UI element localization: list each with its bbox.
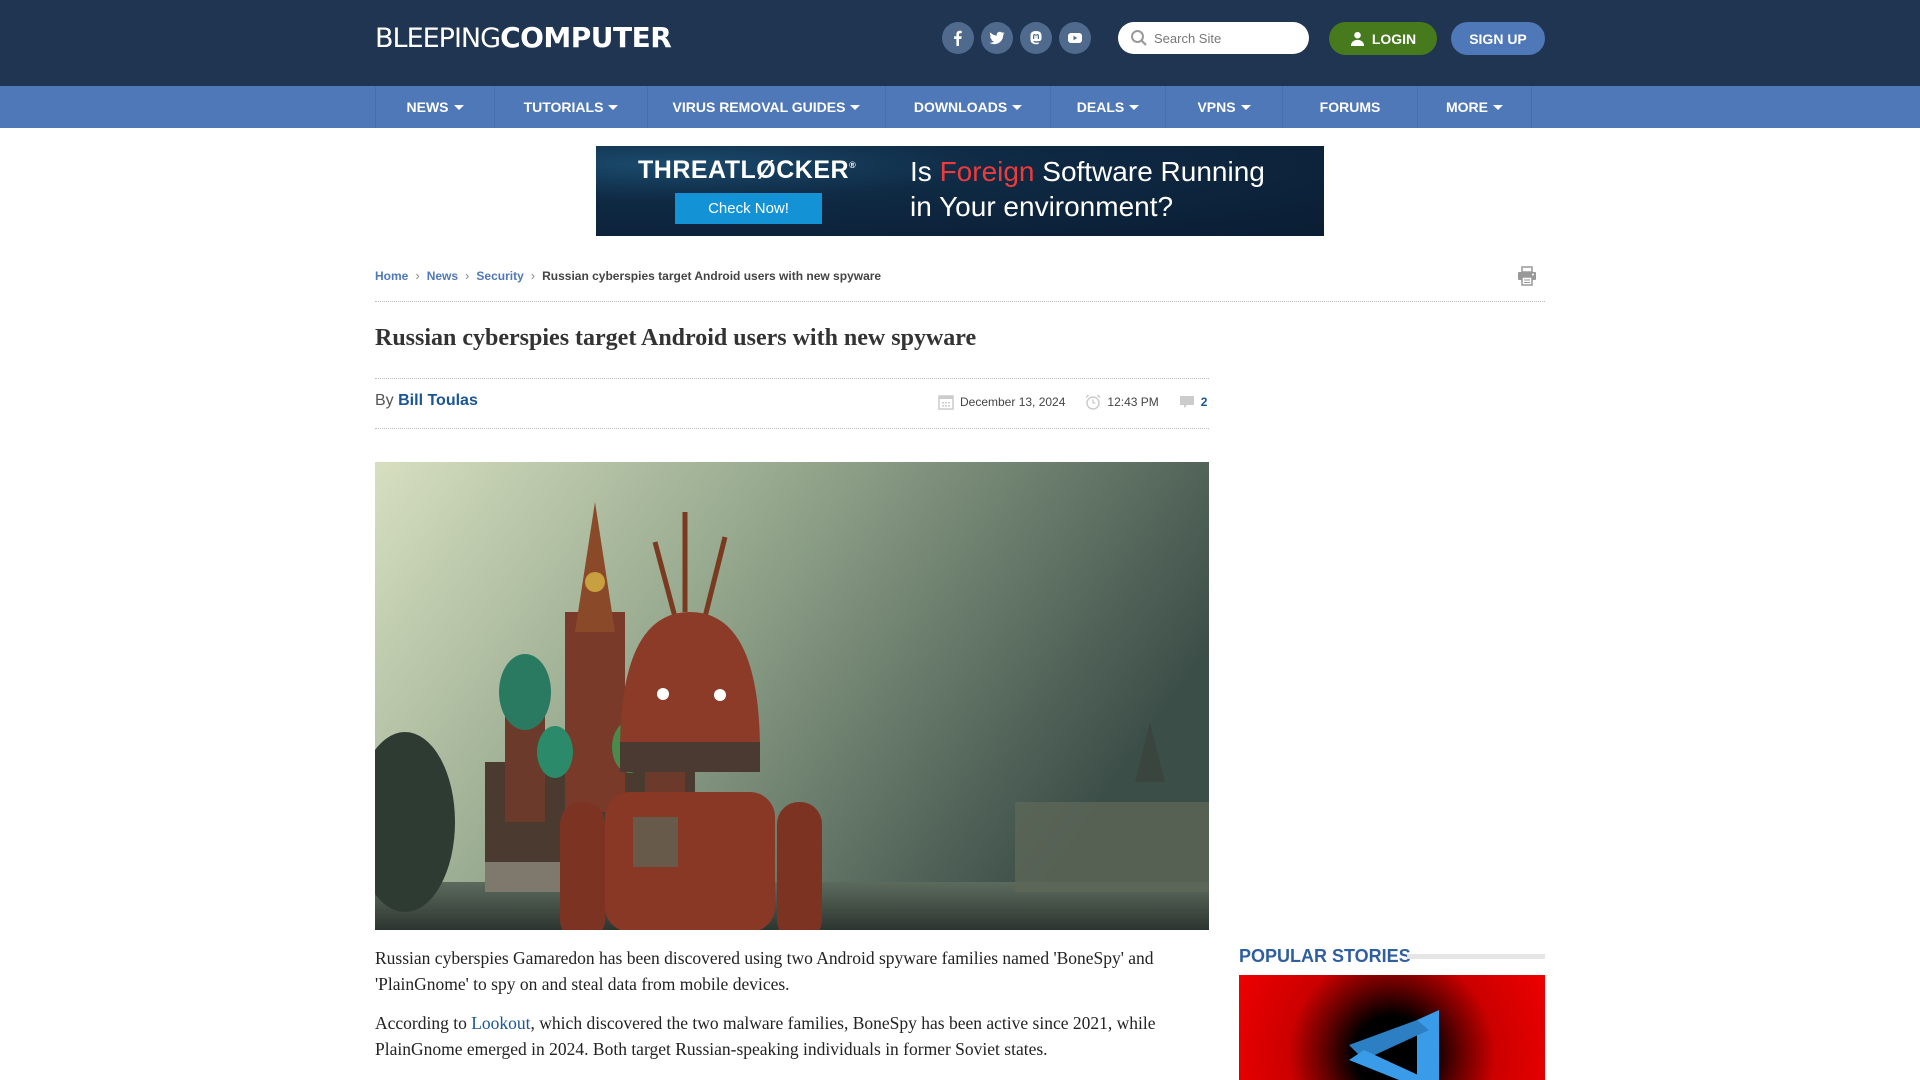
chevron-right-icon: › — [530, 268, 536, 283]
caret-down-icon — [850, 104, 861, 110]
nav-forums[interactable]: FORUMS — [1282, 86, 1417, 128]
comments-link[interactable]: 2 — [1179, 394, 1208, 410]
clock-icon — [1085, 394, 1101, 410]
nav-more[interactable]: MORE — [1417, 86, 1532, 128]
publish-time: 12:43 PM — [1107, 395, 1159, 409]
caret-down-icon — [1240, 104, 1251, 110]
search-icon — [1131, 30, 1147, 46]
facebook-link[interactable] — [942, 22, 974, 54]
lookout-link[interactable]: Lookout — [471, 1013, 530, 1033]
site-header: BLEEPINGCOMPUTER LOGIN SIGN UP — [0, 0, 1920, 86]
ad-banner[interactable]: THREATLØCKER® Check Now! Is Foreign Soft… — [596, 146, 1324, 236]
main-nav-bar: NEWS TUTORIALS VIRUS REMOVAL GUIDES DOWN… — [0, 86, 1920, 128]
article-paragraph: Russian cyberspies Gamaredon has been di… — [375, 948, 1154, 994]
nav-deals[interactable]: DEALS — [1050, 86, 1165, 128]
popular-stories-heading: POPULAR STORIES — [1239, 946, 1411, 966]
facebook-icon — [954, 30, 962, 46]
search-input[interactable] — [1154, 30, 1304, 46]
vscode-logo-icon — [1349, 1010, 1439, 1080]
user-icon — [1350, 31, 1364, 46]
nav-news[interactable]: NEWS — [375, 86, 494, 128]
search-box[interactable] — [1118, 22, 1309, 54]
ad-check-now-button[interactable]: Check Now! — [675, 193, 822, 224]
breadcrumb-security[interactable]: Security — [476, 269, 523, 283]
ad-headline: Is Foreign Software Running in Your envi… — [910, 156, 1265, 222]
breadcrumb-current: Russian cyberspies target Android users … — [542, 268, 882, 283]
caret-down-icon — [1129, 104, 1140, 110]
nav-vpns[interactable]: VPNS — [1165, 86, 1282, 128]
caret-down-icon — [1012, 104, 1023, 110]
print-icon[interactable] — [1516, 266, 1538, 286]
author-link[interactable]: Bill Toulas — [398, 392, 478, 409]
divider — [1407, 954, 1545, 959]
android-kremlin-illustration — [375, 462, 1209, 930]
caret-down-icon — [608, 104, 619, 110]
publish-date: December 13, 2024 — [960, 395, 1066, 409]
youtube-icon — [1068, 33, 1082, 43]
popular-story-image[interactable] — [1239, 975, 1545, 1080]
nav-virus-removal-guides[interactable]: VIRUS REMOVAL GUIDES — [647, 86, 885, 128]
article-paragraph: According to Lookout, which discovered t… — [375, 1013, 1156, 1059]
mastodon-icon — [1030, 31, 1042, 45]
login-button[interactable]: LOGIN — [1329, 22, 1437, 55]
chevron-right-icon: › — [415, 268, 420, 283]
youtube-link[interactable] — [1059, 22, 1091, 54]
nav-downloads[interactable]: DOWNLOADS — [885, 86, 1050, 128]
chevron-right-icon: › — [465, 268, 470, 283]
nav-tutorials[interactable]: TUTORIALS — [494, 86, 647, 128]
signup-button[interactable]: SIGN UP — [1451, 22, 1545, 55]
divider — [375, 301, 1545, 302]
byline: By Bill Toulas — [375, 392, 478, 409]
comment-icon — [1179, 396, 1194, 408]
article-hero-image — [375, 462, 1209, 930]
breadcrumb-home[interactable]: Home — [375, 269, 408, 283]
caret-down-icon — [453, 104, 464, 110]
divider — [375, 428, 1209, 429]
breadcrumb: Home › News › Security › Russian cybersp… — [375, 268, 881, 283]
divider — [375, 378, 1209, 379]
article-meta: December 13, 2024 12:43 PM 2 — [938, 394, 1207, 410]
comment-count: 2 — [1200, 395, 1208, 409]
twitter-icon — [989, 31, 1005, 45]
calendar-icon — [938, 395, 954, 410]
ad-brand: THREATLØCKER® — [638, 156, 857, 184]
site-logo[interactable]: BLEEPINGCOMPUTER — [375, 22, 672, 55]
caret-down-icon — [1493, 104, 1503, 110]
main-nav: NEWS TUTORIALS VIRUS REMOVAL GUIDES DOWN… — [375, 86, 1532, 128]
mastodon-link[interactable] — [1020, 22, 1052, 54]
twitter-link[interactable] — [981, 22, 1013, 54]
article-title: Russian cyberspies target Android users … — [375, 325, 977, 351]
breadcrumb-news[interactable]: News — [427, 269, 458, 283]
